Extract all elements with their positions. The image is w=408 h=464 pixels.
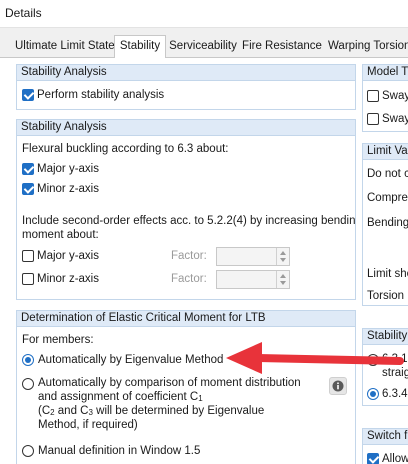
method-631-radio[interactable] xyxy=(367,354,379,366)
info-button[interactable] xyxy=(329,377,347,395)
factor-minor-spinner[interactable] xyxy=(216,270,290,289)
allow-checkbox[interactable] xyxy=(367,453,379,464)
spinner-buttons[interactable] xyxy=(276,248,289,265)
group-title: Switch f xyxy=(367,430,408,442)
limit-row-torsion: Torsion xyxy=(367,290,405,302)
second-order-major-label: Major y-axis xyxy=(37,250,99,262)
ltb-group: Determination of Elastic Critical Moment… xyxy=(16,310,356,464)
moment-distribution-line3: (C2 and C3 will be determined by Eigenva… xyxy=(38,405,265,417)
limit-row-shear: Limit shea xyxy=(367,268,408,280)
moment-distribution-line2: and assignment of coefficient C1 xyxy=(38,391,203,403)
tab-stability[interactable]: Stability xyxy=(114,35,166,58)
group-title: Limit Valu xyxy=(367,145,408,157)
group-header: Stability Analysis xyxy=(17,65,355,81)
second-order-label-line1: Include second-order effects acc. to 5.2… xyxy=(22,215,356,227)
second-order-minor-checkbox[interactable] xyxy=(22,273,34,285)
tab-ultimate-limit-state[interactable]: Ultimate Limit State xyxy=(15,37,115,57)
manual-definition-label: Manual definition in Window 1.5 xyxy=(38,445,201,457)
stability-method-group: Stability A 6.3.1 straig 6.3.4 xyxy=(362,328,408,406)
sway-checkbox-1[interactable] xyxy=(367,90,379,102)
group-header: Determination of Elastic Critical Moment… xyxy=(17,311,355,327)
group-title: Stability Analysis xyxy=(21,66,107,78)
spinner-buttons[interactable] xyxy=(276,271,289,288)
factor-label-minor: Factor: xyxy=(171,273,207,285)
manual-definition-radio[interactable] xyxy=(22,445,34,457)
group-title: Stability A xyxy=(367,330,408,342)
method-631-label-line2: straig xyxy=(382,367,408,379)
group-title: Determination of Elastic Critical Moment… xyxy=(21,312,266,324)
stability-analysis-group: Stability Analysis Perform stability ana… xyxy=(16,64,356,110)
for-members-label: For members: xyxy=(22,334,94,346)
eigenvalue-method-radio[interactable] xyxy=(22,354,34,366)
second-order-major-checkbox[interactable] xyxy=(22,250,34,262)
moment-distribution-radio[interactable] xyxy=(22,378,34,390)
info-icon xyxy=(332,380,344,392)
second-order-minor-label: Minor z-axis xyxy=(37,273,99,285)
moment-distribution-line4: Method, if required) xyxy=(38,419,138,431)
major-y-axis-checkbox[interactable] xyxy=(22,163,34,175)
factor-major-spinner[interactable] xyxy=(216,247,290,266)
switch-group: Switch f Allow xyxy=(362,428,408,464)
method-634-label: 6.3.4 xyxy=(382,388,408,400)
method-634-radio[interactable] xyxy=(367,388,379,400)
flexural-buckling-label: Flexural buckling according to 6.3 about… xyxy=(22,143,229,155)
model-type-group: Model Ty Sway Sway xyxy=(362,64,408,132)
group-header: Stability Analysis xyxy=(17,120,355,136)
tab-warping-torsion[interactable]: Warping Torsion xyxy=(328,37,408,57)
eigenvalue-method-label: Automatically by Eigenvalue Method xyxy=(38,354,224,366)
group-header: Stability A xyxy=(363,329,408,345)
minor-z-axis-checkbox[interactable] xyxy=(22,183,34,195)
sway-label-2: Sway xyxy=(382,113,408,125)
perform-stability-checkbox[interactable] xyxy=(22,89,34,101)
group-title: Model Ty xyxy=(367,66,408,78)
window-title: Details xyxy=(5,6,42,20)
group-title: Stability Analysis xyxy=(21,121,107,133)
minor-z-axis-label: Minor z-axis xyxy=(37,183,99,195)
perform-stability-label: Perform stability analysis xyxy=(37,89,165,101)
limit-values-group: Limit Valu Do not c Compres Bending Limi… xyxy=(362,143,408,306)
tab-bar: Ultimate Limit State Stability Serviceab… xyxy=(0,35,408,58)
method-631-label: 6.3.1 xyxy=(382,353,408,365)
tab-fire-resistance[interactable]: Fire Resistance xyxy=(242,37,322,57)
group-header: Limit Valu xyxy=(363,144,408,160)
limit-row-1: Do not c xyxy=(367,168,408,180)
limit-row-compression: Compres xyxy=(367,192,408,204)
group-header: Model Ty xyxy=(363,65,408,81)
second-order-label-line2: moment about: xyxy=(22,229,99,241)
flexural-buckling-group: Stability Analysis Flexural buckling acc… xyxy=(16,119,356,300)
sway-label-1: Sway xyxy=(382,90,408,102)
window-titlebar: Details xyxy=(0,0,408,28)
factor-label-major: Factor: xyxy=(171,250,207,262)
allow-label: Allow xyxy=(382,453,408,464)
limit-row-bending: Bending xyxy=(367,217,408,229)
moment-distribution-line1: Automatically by comparison of moment di… xyxy=(38,377,301,389)
major-y-axis-label: Major y-axis xyxy=(37,163,99,175)
tab-serviceability[interactable]: Serviceability xyxy=(168,37,238,57)
sway-checkbox-2[interactable] xyxy=(367,113,379,125)
group-header: Switch f xyxy=(363,429,408,445)
